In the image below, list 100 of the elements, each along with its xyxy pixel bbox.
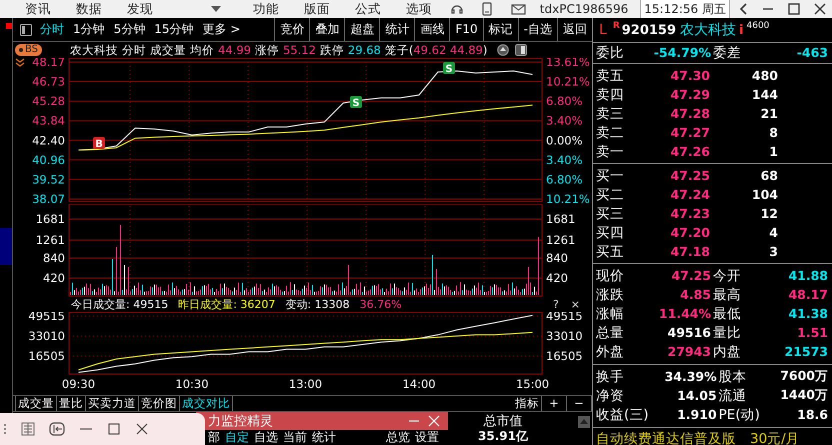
toolbar-button[interactable]: F10 <box>449 18 483 41</box>
order-volume: 8 <box>768 125 778 140</box>
indicator-tab[interactable]: 买卖力道 <box>86 396 139 411</box>
price-axis-label: 42.40 <box>32 133 65 148</box>
indicator-tab[interactable]: 竞价图 <box>139 396 180 411</box>
margin-tag: R <box>612 21 620 31</box>
quote-value: 34.39% <box>664 369 717 384</box>
menu-item[interactable]: 功能 <box>252 0 279 18</box>
menu-item[interactable]: 版面 <box>304 0 330 18</box>
sell-signal-marker: S <box>443 62 455 75</box>
app-icon[interactable] <box>21 422 35 436</box>
quote-label: 今开 <box>713 266 741 284</box>
popup-tab[interactable]: 自选 <box>254 430 278 445</box>
order-price: 47.27 <box>669 125 710 140</box>
dropdown-icon[interactable] <box>210 5 222 13</box>
close-icon[interactable] <box>814 2 826 16</box>
zoom-button[interactable]: − <box>567 396 592 411</box>
period-tab[interactable]: 5分钟 <box>114 21 146 38</box>
toolbar-button[interactable]: 竞价 <box>274 18 310 41</box>
maximize-icon[interactable] <box>788 2 800 16</box>
price-cage-label: 笼子( <box>384 42 414 58</box>
menu-item[interactable]: 资讯 <box>25 0 51 18</box>
indicator-tab[interactable]: 成交对比 <box>180 396 233 411</box>
indicator-tab[interactable]: 成交量 <box>15 396 57 411</box>
toolbar-button[interactable]: -自选 <box>518 18 557 41</box>
limit-up-value: 55.12 <box>282 42 316 58</box>
panel-toggle-icon[interactable] <box>20 24 32 36</box>
period-tab[interactable]: 更多 > <box>202 21 240 38</box>
toolbar-button[interactable]: 叠加 <box>309 18 344 41</box>
quote-label: 涨跌 <box>596 286 624 304</box>
order-price: 47.28 <box>669 106 710 121</box>
promo-price[interactable]: 30元/月 <box>750 430 800 445</box>
menu-item[interactable]: 发现 <box>127 0 153 18</box>
panel-toggle-icon[interactable] <box>515 44 528 56</box>
maximize-icon[interactable] <box>107 422 121 436</box>
close-icon[interactable] <box>135 422 149 436</box>
order-level-label: 卖五 <box>596 66 625 84</box>
grip-icon[interactable] <box>3 423 7 435</box>
popup-tab[interactable]: 自定 <box>225 430 249 445</box>
average-price-label: 均价 <box>190 42 214 58</box>
help-button[interactable]: ? <box>552 298 559 311</box>
promo-text[interactable]: 自动续费通达信普及版 <box>596 430 736 445</box>
order-price: 47.29 <box>669 87 710 102</box>
quote-label: 量比 <box>713 324 741 342</box>
quote-label: 总量 <box>596 324 624 342</box>
popup-title: 力监控精灵 <box>208 413 273 430</box>
order-level-label: 买一 <box>596 166 625 184</box>
alert-square <box>6 23 12 29</box>
limit-up-label: 涨停 <box>254 42 279 58</box>
toolbar-button[interactable]: 统计 <box>379 18 414 41</box>
info-link[interactable]: i <box>739 22 744 38</box>
period-tab[interactable]: 分时 <box>40 21 64 38</box>
price-axis-label: 43.84 <box>32 114 65 128</box>
sell-signal-marker: S <box>350 96 362 109</box>
order-volume: 68 <box>760 168 778 183</box>
stock-code: 920159 <box>622 22 676 38</box>
toolbar-button[interactable]: 画线 <box>414 18 450 41</box>
scroll-up-icon[interactable] <box>497 44 510 56</box>
back-icon[interactable] <box>738 2 748 16</box>
quote-value: 49516 <box>666 325 711 340</box>
price-axis-label: 38.07 <box>32 192 65 204</box>
volume-axis-label: 16505 <box>546 349 583 363</box>
mail-icon[interactable] <box>510 3 526 15</box>
average-price-value: 44.99 <box>218 42 251 58</box>
time-axis-label: 10:30 <box>175 377 209 391</box>
order-level-label: 卖三 <box>596 104 625 122</box>
zoom-button[interactable]: + <box>542 396 567 411</box>
indicator-tab[interactable]: 量比 <box>57 396 86 411</box>
close-button[interactable]: × <box>570 298 580 311</box>
popup-tab[interactable]: 部 <box>208 430 220 445</box>
phone-icon[interactable] <box>482 2 492 16</box>
quote-value: 1.910 <box>676 407 717 422</box>
toolbar-button[interactable]: 超盘 <box>344 18 380 41</box>
quote-value: 4.85 <box>679 287 711 302</box>
exit-icon[interactable] <box>49 422 65 436</box>
popup-tab[interactable]: 统计 <box>312 430 336 445</box>
quote-label: 委差 <box>713 44 741 62</box>
toolbar-button[interactable]: 返回 <box>557 18 592 41</box>
popup-action[interactable]: 总览 <box>386 430 410 445</box>
menu-item[interactable]: 数据 <box>76 0 102 18</box>
bs-toggle[interactable]: BS <box>15 44 42 56</box>
price-cage-value: 49.62 44.89 <box>413 42 483 58</box>
chart-mode-label: 分时 <box>122 42 146 58</box>
menu-item[interactable]: 选项 <box>406 0 432 18</box>
time-axis-label: 13:00 <box>288 377 322 391</box>
quote-label: 委比 <box>596 44 624 62</box>
period-tab[interactable]: 15分钟 <box>154 21 194 38</box>
price-axis-label: 40.96 <box>32 152 65 167</box>
volume-axis-label: 840 <box>43 251 65 265</box>
volume-axis-label: 1261 <box>36 233 65 247</box>
popup-tab[interactable]: 当前 <box>283 430 307 445</box>
market-cap-value: 35.91亿 <box>478 429 528 443</box>
volume-axis-label: 840 <box>546 251 568 265</box>
price-axis-label: 39.52 <box>32 172 65 186</box>
quote-value: -463 <box>796 45 828 60</box>
toolbar-button[interactable]: 标记 <box>482 18 518 41</box>
period-tab[interactable]: 1分钟 <box>73 21 105 38</box>
menu-item[interactable]: 公式 <box>354 0 381 18</box>
indicator-button[interactable]: 指标 <box>513 396 542 411</box>
popup-action[interactable]: 设置 <box>415 430 439 445</box>
